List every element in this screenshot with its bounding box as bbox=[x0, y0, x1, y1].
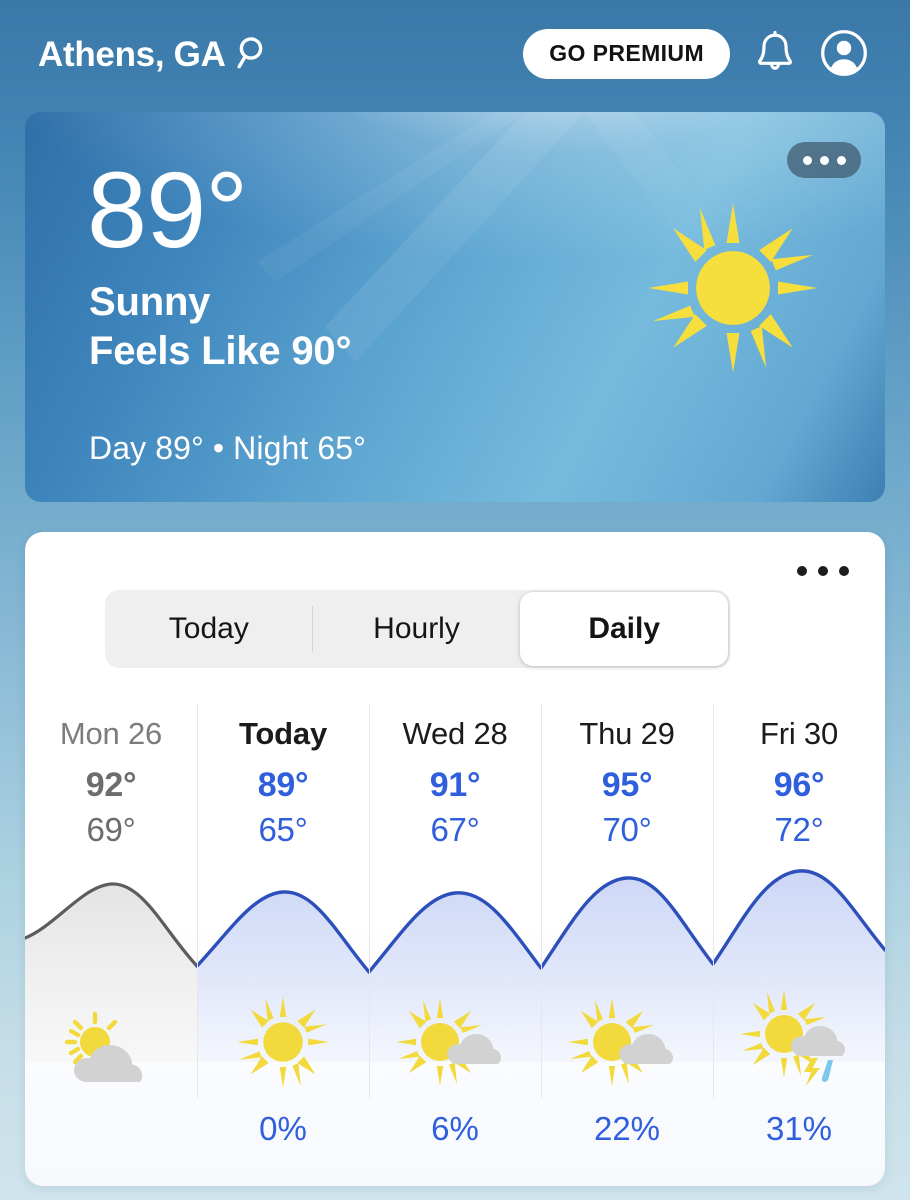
ellipsis-dot bbox=[839, 566, 849, 576]
location-name: Athens, GA bbox=[38, 34, 226, 74]
ellipsis-dot bbox=[819, 155, 829, 165]
forecast-card: Today Hourly Daily Mon 26 92° 69° Today … bbox=[25, 532, 885, 1186]
sun-thunder-icon bbox=[713, 982, 885, 1094]
top-bar: Athens, GA GO PREMIUM bbox=[0, 0, 910, 108]
top-bar-actions: GO PREMIUM bbox=[523, 29, 880, 80]
day-column-today[interactable]: Today 89° 65° 0% bbox=[197, 704, 369, 1186]
account-button[interactable] bbox=[820, 29, 868, 80]
day-precip-percent: 31% bbox=[765, 1110, 833, 1147]
tab-daily[interactable]: Daily bbox=[520, 592, 729, 666]
day-high-temp: 95° bbox=[601, 766, 653, 804]
account-avatar-icon bbox=[820, 29, 868, 80]
day-low-temp: 65° bbox=[258, 811, 308, 848]
sun-icon bbox=[197, 990, 369, 1094]
day-label: Today bbox=[239, 716, 327, 751]
current-conditions-card[interactable]: 89° Sunny Feels Like 90° Day 89° • Night… bbox=[25, 112, 885, 502]
day-precip-percent: 6% bbox=[431, 1110, 479, 1147]
day-column-thu-29[interactable]: Thu 29 95° 70° 22% bbox=[541, 704, 713, 1186]
day-low-temp: 72° bbox=[774, 811, 824, 848]
day-high-temp: 92° bbox=[85, 766, 137, 804]
current-condition-block: Sunny Feels Like 90° bbox=[89, 278, 351, 376]
feels-like-text: Feels Like 90° bbox=[89, 328, 352, 373]
search-icon[interactable] bbox=[235, 35, 269, 76]
day-label: Mon 26 bbox=[59, 716, 163, 751]
mostly-sunny-icon bbox=[541, 990, 713, 1094]
day-label: Wed 28 bbox=[402, 716, 508, 751]
go-premium-button[interactable]: GO PREMIUM bbox=[523, 29, 730, 79]
day-label: Thu 29 bbox=[579, 716, 675, 751]
day-column-wed-28[interactable]: Wed 28 91° 67° 6% bbox=[369, 704, 541, 1186]
sun-icon bbox=[643, 198, 823, 383]
ellipsis-dot bbox=[797, 566, 807, 576]
daily-forecast-list: Mon 26 92° 69° Today 89° 65° 0% Wed 28 9… bbox=[25, 704, 885, 1186]
location-selector[interactable]: Athens, GA bbox=[38, 32, 269, 76]
ellipsis-dot bbox=[836, 155, 846, 165]
day-low-temp: 70° bbox=[602, 811, 652, 848]
forecast-tab-switcher: Today Hourly Daily bbox=[105, 590, 730, 668]
hero-overflow-menu-button[interactable] bbox=[787, 142, 861, 178]
day-column-fri-30[interactable]: Fri 30 96° 72° 31% bbox=[713, 704, 885, 1186]
mostly-sunny-icon bbox=[369, 990, 541, 1094]
ellipsis-dot bbox=[802, 155, 812, 165]
day-label: Fri 30 bbox=[759, 716, 839, 751]
forecast-overflow-menu-button[interactable] bbox=[791, 560, 855, 582]
ellipsis-dot bbox=[818, 566, 828, 576]
bell-icon bbox=[754, 30, 796, 79]
current-temperature: 89° bbox=[87, 149, 248, 270]
notifications-button[interactable] bbox=[754, 30, 796, 79]
day-night-summary: Day 89° • Night 65° bbox=[89, 430, 367, 466]
day-high-temp: 91° bbox=[429, 766, 481, 804]
day-precip-percent: 22% bbox=[593, 1110, 661, 1147]
tab-hourly[interactable]: Hourly bbox=[313, 590, 521, 668]
day-low-temp: 67° bbox=[430, 811, 480, 848]
day-column-mon-26[interactable]: Mon 26 92° 69° bbox=[25, 704, 197, 1186]
day-high-temp: 96° bbox=[773, 766, 825, 804]
tab-today[interactable]: Today bbox=[105, 590, 313, 668]
partly-cloudy-icon bbox=[25, 1002, 197, 1094]
current-condition-text: Sunny bbox=[89, 280, 211, 324]
day-precip-percent: 0% bbox=[259, 1110, 307, 1147]
day-low-temp: 69° bbox=[86, 811, 136, 848]
day-high-temp: 89° bbox=[257, 766, 309, 804]
